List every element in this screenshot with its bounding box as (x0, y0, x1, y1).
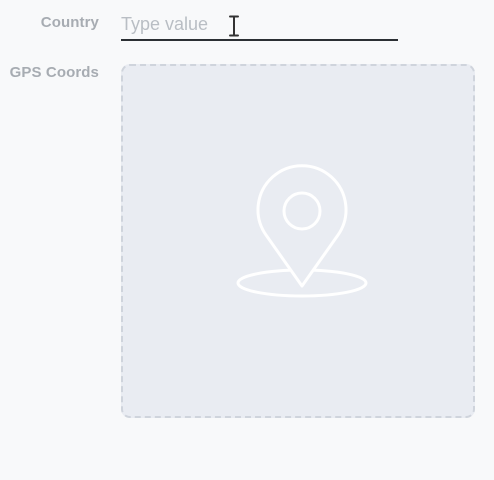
location-form: Country GPS Coords (0, 0, 494, 480)
gps-coords-label: GPS Coords (9, 64, 99, 81)
country-input[interactable] (121, 9, 398, 41)
map-pin-icon (236, 164, 368, 298)
text-cursor-icon (229, 15, 239, 37)
gps-coords-map-picker[interactable] (121, 64, 475, 418)
country-label: Country (40, 14, 99, 31)
